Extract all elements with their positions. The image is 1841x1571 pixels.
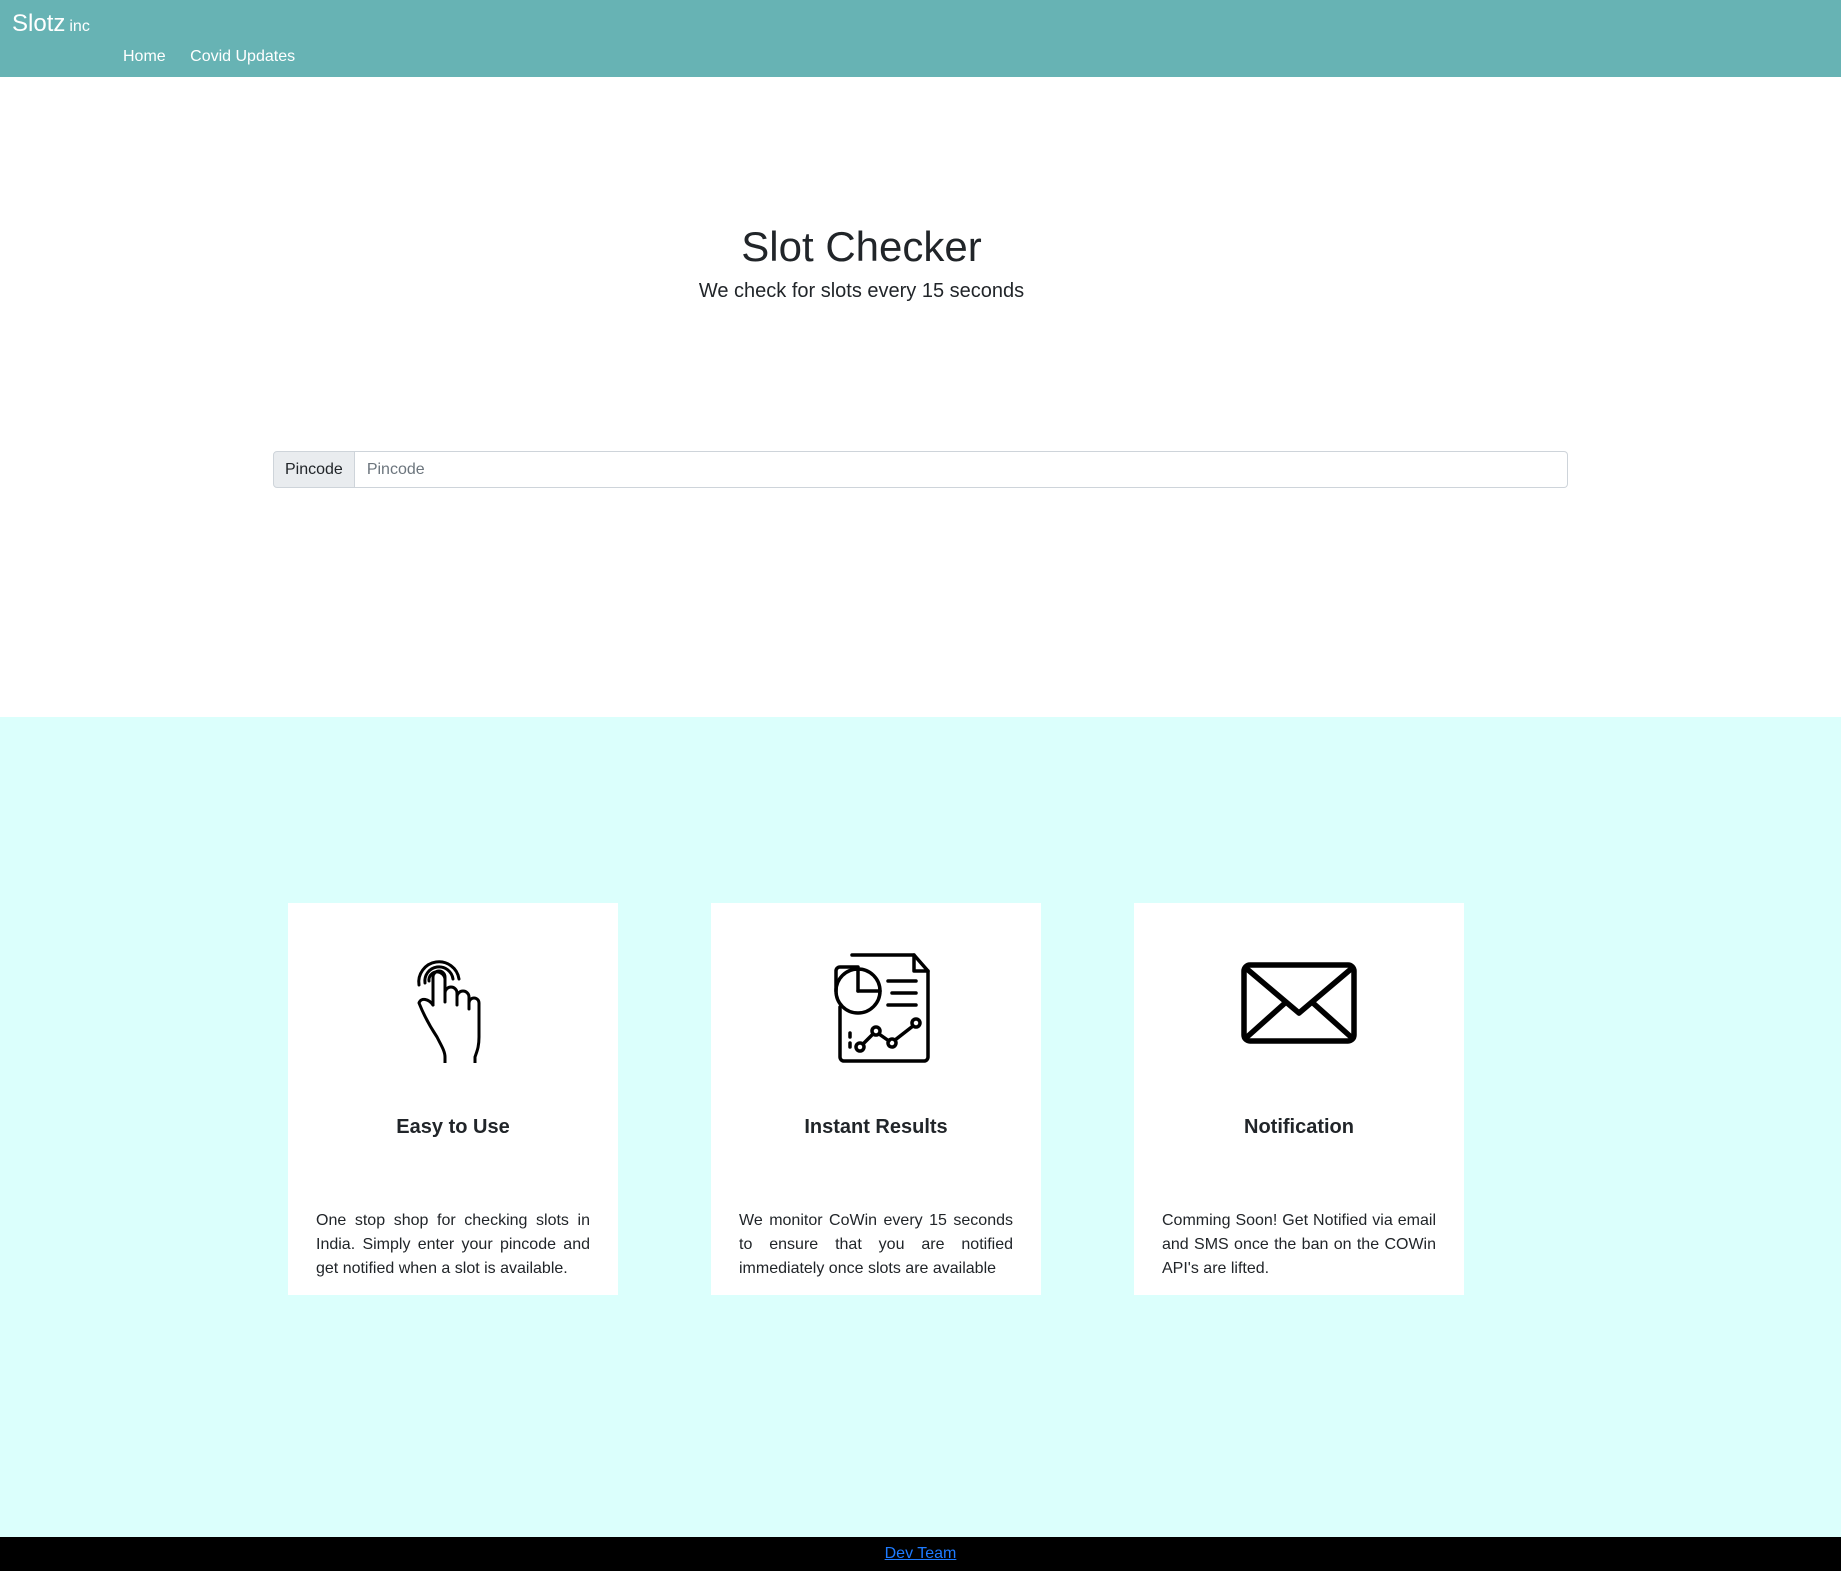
feature-card-easy-to-use: Easy to Use One stop shop for checking s… xyxy=(288,903,618,1295)
feature-card-instant-results: Instant Results We monitor CoWin every 1… xyxy=(711,903,1041,1295)
feature-description: Comming Soon! Get Notified via email and… xyxy=(1162,1212,1436,1277)
pincode-label: Pincode xyxy=(273,451,355,488)
feature-description: One stop shop for checking slots in Indi… xyxy=(316,1212,590,1277)
pincode-input-group: Pincode xyxy=(273,451,1568,488)
dev-team-link[interactable]: Dev Team xyxy=(885,1545,957,1562)
pincode-input[interactable] xyxy=(354,451,1568,488)
brand-name[interactable]: Slotz xyxy=(12,10,65,37)
footer: Dev Team xyxy=(0,1537,1841,1571)
feature-title: Notification xyxy=(1244,1116,1354,1138)
navbar: Slotz inc Home Covid Updates xyxy=(0,0,1841,77)
nav-links: Home Covid Updates xyxy=(123,48,315,66)
features-section: Easy to Use One stop shop for checking s… xyxy=(0,717,1841,1537)
nav-link-covid-updates[interactable]: Covid Updates xyxy=(190,48,295,65)
brand-logo[interactable]: Slotz inc xyxy=(12,10,90,38)
feature-title: Instant Results xyxy=(804,1116,948,1138)
feature-card-notification: Notification Comming Soon! Get Notified … xyxy=(1134,903,1464,1295)
hand-tap-icon xyxy=(288,947,618,1063)
brand-suffix: inc xyxy=(69,18,90,35)
feature-description: We monitor CoWin every 15 seconds to ens… xyxy=(739,1212,1013,1277)
report-chart-icon xyxy=(711,947,1041,1063)
page-subtitle: We check for slots every 15 seconds xyxy=(698,280,1025,302)
envelope-icon xyxy=(1134,947,1464,1063)
page-title: Slot Checker xyxy=(741,223,982,270)
nav-link-home[interactable]: Home xyxy=(123,48,166,65)
feature-title: Easy to Use xyxy=(396,1116,510,1138)
